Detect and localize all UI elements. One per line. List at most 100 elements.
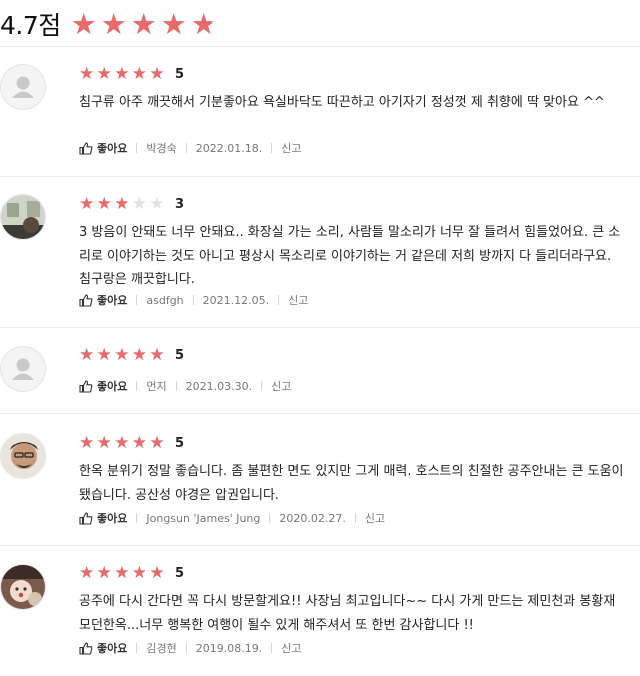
star-filled-icon: ★ ★ (96, 433, 112, 453)
star-filled-icon: ★ ★ (79, 345, 95, 365)
like-button[interactable]: 좋아요 (79, 140, 127, 156)
star-filled-icon: ★ ★ (96, 194, 112, 214)
review-star-rating: ★ ★ ★ ★ ★ ★ ★ ★ ★ ★ (79, 65, 167, 83)
divider (185, 643, 187, 653)
like-button[interactable]: 좋아요 (79, 510, 127, 526)
divider (136, 295, 138, 305)
divider (269, 513, 271, 523)
review-rating-number: 5 (174, 565, 185, 581)
review-author: Jongsun 'James' Jung (146, 511, 261, 525)
review-star-rating: ★ ★ ★ ★ ★ ★ ★ ★ (79, 195, 167, 213)
report-button[interactable]: 신고 (288, 292, 308, 308)
star-filled-icon: ★ ★ (114, 194, 130, 214)
star-empty-icon: ★ (131, 194, 148, 214)
review-rating-number: 5 (174, 66, 185, 82)
star-filled-icon: ★ ★ (149, 563, 165, 583)
star-filled-icon: ★ ★ (96, 64, 112, 84)
review-rating-number: 5 (174, 347, 185, 363)
report-button[interactable]: 신고 (365, 510, 385, 526)
star-filled-icon: ★ ★ (79, 194, 95, 214)
divider (271, 643, 273, 653)
divider (278, 295, 280, 305)
thumbs-up-icon (79, 293, 93, 307)
star-filled-icon: ★ ★ (130, 6, 157, 41)
star-filled-icon: ★ ★ (96, 345, 112, 365)
divider (185, 143, 187, 153)
thumbs-up-icon (79, 379, 93, 393)
review-date: 2019.08.19. (195, 641, 263, 655)
star-filled-icon: ★ ★ (114, 433, 130, 453)
review-item: ★ ★ ★ ★ ★ ★ ★ ★ ★ ★ 5 한옥 분위기 정말 좋습니다. 좀 불편한 면도 있지… (0, 413, 640, 546)
photo-avatar (0, 433, 46, 479)
thumbs-up-icon (79, 641, 93, 655)
divider (192, 295, 194, 305)
star-filled-icon: ★ ★ (79, 563, 95, 583)
divider (354, 513, 356, 523)
star-filled-icon: ★ ★ (79, 64, 95, 84)
divider (271, 143, 273, 153)
like-label: 좋아요 (97, 294, 128, 307)
review-text: 침구류 아주 깨끗해서 기분좋아요 욕실바닥도 따끈하고 아기자기 정성껏 제 … (79, 95, 605, 110)
thumbs-up-icon (79, 511, 93, 525)
review-date: 2022.01.18. (195, 141, 263, 155)
review-text: 3 방음이 안돼도 너무 안돼요.. 화장실 가는 소리, 사람들 말소리가 너… (79, 225, 621, 287)
review-author: 김경현 (146, 642, 177, 655)
like-button[interactable]: 좋아요 (79, 640, 127, 656)
star-filled-icon: ★ ★ (131, 433, 148, 453)
default-avatar-icon (0, 64, 46, 110)
star-half-icon: ★ ★ (190, 6, 217, 41)
like-button[interactable]: 좋아요 (79, 378, 127, 394)
divider (261, 381, 263, 391)
thumbs-up-icon (79, 141, 93, 155)
photo-avatar (0, 564, 46, 610)
review-rating-number: 3 (174, 196, 185, 212)
star-empty-icon: ★ (149, 194, 165, 214)
review-date: 2020.02.27. (279, 511, 346, 525)
review-author: 박경숙 (146, 142, 177, 155)
star-filled-icon: ★ ★ (70, 6, 97, 41)
divider (136, 643, 138, 653)
default-avatar-icon (0, 346, 46, 392)
star-filled-icon: ★ ★ (100, 6, 127, 41)
review-rating-number: 5 (174, 435, 185, 451)
review-date: 2021.12.05. (202, 293, 270, 307)
review-item: ★ ★ ★ ★ ★ ★ ★ ★ ★ ★ 5 좋아요 먼지 2021.03.30. 신고 (0, 327, 640, 414)
divider (136, 513, 138, 523)
star-filled-icon: ★ ★ (131, 345, 148, 365)
like-label: 좋아요 (97, 380, 128, 393)
star-filled-icon: ★ ★ (79, 433, 95, 453)
star-filled-icon: ★ ★ (160, 6, 187, 41)
report-button[interactable]: 신고 (281, 640, 301, 656)
review-star-rating: ★ ★ ★ ★ ★ ★ ★ ★ ★ ★ (79, 346, 167, 364)
star-filled-icon: ★ ★ (96, 563, 112, 583)
like-button[interactable]: 좋아요 (79, 292, 127, 308)
like-label: 좋아요 (97, 642, 128, 655)
like-label: 좋아요 (97, 142, 128, 155)
star-filled-icon: ★ ★ (149, 64, 165, 84)
review-item: ★ ★ ★ ★ ★ ★ ★ ★ 3 3 방음이 안돼도 너무 안돼요.. 화장실 가는 소리,… (0, 176, 640, 328)
star-filled-icon: ★ ★ (149, 433, 165, 453)
review-item: ★ ★ ★ ★ ★ ★ ★ ★ ★ ★ 5 침구류 아주 깨끗해서 기분좋아요 욕실바닥도 따끈하… (0, 46, 640, 177)
divider (175, 381, 177, 391)
star-filled-icon: ★ ★ (114, 345, 130, 365)
divider (136, 381, 138, 391)
review-star-rating: ★ ★ ★ ★ ★ ★ ★ ★ ★ ★ (79, 564, 167, 582)
divider (136, 143, 138, 153)
star-filled-icon: ★ ★ (114, 563, 130, 583)
review-date: 2021.03.30. (185, 379, 253, 393)
average-score: 4.7점 (0, 11, 61, 40)
star-filled-icon: ★ ★ (149, 345, 165, 365)
review-item: ★ ★ ★ ★ ★ ★ ★ ★ ★ ★ 5 공주에 다시 간다면 꼭 다시 방문할게요!! 사장님… (0, 545, 640, 676)
photo-avatar (0, 194, 46, 240)
like-label: 좋아요 (97, 512, 128, 525)
report-button[interactable]: 신고 (281, 140, 301, 156)
review-text: 한옥 분위기 정말 좋습니다. 좀 불편한 면도 있지만 그게 매력. 호스트의… (79, 464, 624, 503)
review-author: asdfgh (146, 293, 184, 307)
average-star-rating: ★ ★ ★ ★ ★ ★ ★ ★ ★ ★ (70, 6, 221, 41)
report-button[interactable]: 신고 (271, 378, 291, 394)
star-filled-icon: ★ ★ (131, 64, 148, 84)
star-filled-icon: ★ ★ (131, 563, 148, 583)
star-filled-icon: ★ ★ (114, 64, 130, 84)
rating-summary: 4.7점 ★ ★ ★ ★ ★ ★ ★ ★ ★ ★ (0, 6, 221, 42)
review-author: 먼지 (146, 380, 167, 393)
